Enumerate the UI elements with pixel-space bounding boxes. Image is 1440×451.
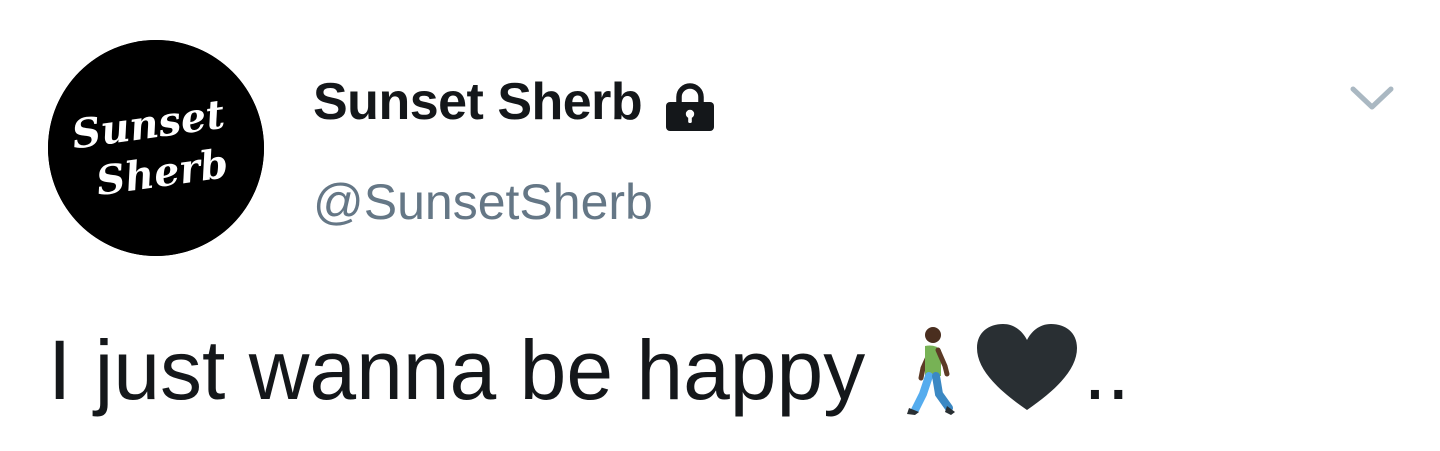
tweet-card: Sunset Sherb Sunset Sherb @SunsetSherb I… [0,0,1440,451]
person-walking-icon [901,322,961,418]
user-handle[interactable]: @SunsetSherb [313,170,653,234]
black-heart-icon [975,322,1079,418]
avatar[interactable]: Sunset Sherb [48,40,264,256]
tweet-text: I just wanna be happy .. [48,322,1130,418]
display-name[interactable]: Sunset Sherb [313,70,643,134]
tweet-body: I just wanna be happy [48,323,866,417]
chevron-down-icon[interactable] [1348,82,1396,116]
avatar-logo: Sunset Sherb [48,40,264,256]
name-row: Sunset Sherb [313,70,716,134]
lock-icon [664,80,716,132]
tweet-trailing-text: .. [1083,323,1130,417]
